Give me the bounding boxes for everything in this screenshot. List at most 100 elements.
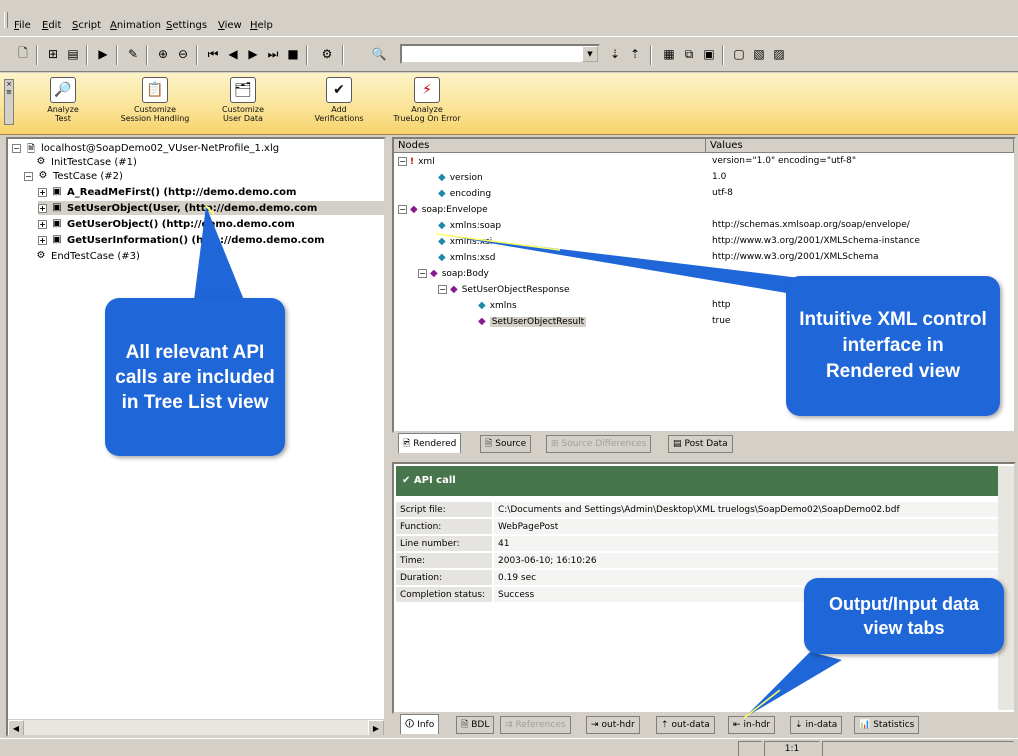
expand-icon[interactable]: + (38, 219, 47, 229)
tree-api-call-node-selected[interactable]: + ▣ SetUserObject(User, (http://demo.dem… (38, 201, 384, 215)
report-icon[interactable]: ▦ (660, 45, 678, 63)
tab-post-data[interactable]: ▤ Post Data (668, 435, 733, 453)
menu-animation[interactable]: Animation (110, 20, 161, 31)
tree-end-node[interactable]: ⚙ EndTestCase (#3) (34, 249, 140, 263)
scroll-right-icon[interactable]: ▶ (368, 720, 384, 735)
tree-view-icon[interactable]: ⊞ (44, 45, 62, 63)
stop-icon[interactable]: ■ (284, 45, 302, 63)
zoom-in-icon[interactable]: ⊕ (154, 45, 172, 63)
toolbar-separator (342, 45, 344, 65)
xml-node-row[interactable]: ◆ encoding (438, 187, 491, 200)
customize-session-button[interactable]: 📋 Customize Session Handling (112, 77, 198, 123)
testcase-icon: ⚙ (36, 250, 46, 261)
tab-in-hdr[interactable]: ⇤ in-hdr (728, 716, 776, 734)
view-tab-bar: 🖻 Rendered 🗎 Source ⊞ Source Differences… (392, 433, 1016, 455)
page-compare-icon[interactable]: ▨ (770, 45, 788, 63)
menu-script[interactable]: Script (72, 20, 101, 31)
tree-api-call-node[interactable]: + ▣ A_ReadMeFirst() (http://demo.demo.co… (38, 185, 296, 199)
xml-node-row[interactable]: ◆ xmlns:xsi (438, 235, 492, 248)
xml-node-row[interactable]: ◆ xmlns:soap (438, 219, 501, 232)
collapse-icon[interactable]: − (24, 171, 33, 181)
tab-label: in-data (805, 720, 838, 730)
menu-view[interactable]: View (218, 20, 242, 31)
in-hdr-icon: ⇤ (733, 720, 741, 730)
add-verifications-button[interactable]: ✔ Add Verifications (296, 77, 382, 123)
xml-node-row[interactable]: − ◆ soap:Envelope (398, 203, 488, 216)
bdl-icon: 🗎 (461, 720, 469, 730)
menu-file[interactable]: File (14, 20, 31, 31)
tab-source-differences[interactable]: ⊞ Source Differences (546, 435, 652, 453)
menu-settings[interactable]: Settings (166, 20, 207, 31)
find-combobox[interactable]: ▼ (400, 44, 600, 64)
collapse-icon[interactable]: − (398, 205, 407, 214)
testcase-icon: ⚙ (36, 156, 46, 167)
settings-icon[interactable]: ⚙ (318, 45, 336, 63)
zoom-out-icon[interactable]: ⊖ (174, 45, 192, 63)
collapse-icon[interactable]: − (418, 269, 427, 278)
xml-node-row[interactable]: ◆ version (438, 171, 483, 184)
workflow-grip[interactable]: × ≡ (4, 79, 14, 125)
collapse-icon[interactable]: − (438, 285, 447, 294)
tab-out-data[interactable]: ⇡ out-data (656, 716, 715, 734)
tree-testcase-node[interactable]: − ⚙ TestCase (#2) (24, 169, 123, 183)
tree-root-node[interactable]: − 🗎 localhost@SoapDemo02_VUser-NetProfil… (12, 141, 279, 155)
chevron-down-icon[interactable]: ▼ (582, 46, 598, 62)
first-icon[interactable]: ⏮ (204, 45, 222, 63)
api-call-title: API call (413, 475, 456, 486)
prev-icon[interactable]: ◀ (224, 45, 242, 63)
collapse-icon[interactable]: − (398, 157, 407, 166)
customize-user-data-button[interactable]: 🗂 Customize User Data (200, 77, 286, 123)
compare-icon[interactable]: ⧉ (680, 45, 698, 63)
menu-help[interactable]: Help (250, 20, 273, 31)
tree-api-call-node[interactable]: + ▣ GetUserObject() (http://demo.demo.co… (38, 217, 295, 231)
find-next-icon[interactable]: ⇣ (606, 45, 624, 63)
overview-icon[interactable]: ▣ (700, 45, 718, 63)
tab-in-data[interactable]: ⇣ in-data (790, 716, 843, 734)
xml-node-row-selected[interactable]: ◆ SetUserObjectResult (478, 315, 587, 328)
api-call-label: SetUserObject(User, (http://demo.demo.co… (67, 202, 318, 214)
next-icon[interactable]: ▶ (244, 45, 262, 63)
xml-node-value: http://schemas.xmlsoap.org/soap/envelope… (712, 220, 910, 230)
analyze-test-button[interactable]: 🔎 Analyze Test (20, 77, 106, 123)
scroll-left-icon[interactable]: ◀ (8, 720, 24, 735)
tree-horizontal-scrollbar[interactable]: ◀ ▶ (8, 719, 384, 735)
nodes-column-header[interactable]: Nodes (394, 139, 706, 153)
animate-icon[interactable]: ✎ (124, 45, 142, 63)
xml-node-row[interactable]: − ◆ soap:Body (418, 267, 489, 280)
tab-rendered[interactable]: 🖻 Rendered (398, 433, 462, 453)
tab-statistics[interactable]: 📊 Statistics (854, 716, 920, 734)
expand-icon[interactable]: + (38, 187, 47, 197)
tab-source[interactable]: 🗎 Source (480, 435, 532, 453)
run-icon[interactable]: ▶ (94, 45, 112, 63)
element-icon: ◆ (430, 268, 438, 279)
tab-bdl[interactable]: 🗎 BDL (456, 716, 495, 734)
split-view-icon[interactable]: ▤ (64, 45, 82, 63)
page-search-icon[interactable]: ▧ (750, 45, 768, 63)
xml-node-row[interactable]: ◆ xmlns (478, 299, 517, 312)
menu-edit[interactable]: Edit (42, 20, 61, 31)
xml-node-row[interactable]: ◆ xmlns:xsd (438, 251, 495, 264)
last-icon[interactable]: ⏭ (264, 45, 282, 63)
tab-references[interactable]: ⇉ References (500, 716, 571, 734)
xml-node-label: version (449, 172, 483, 183)
values-column-header[interactable]: Values (706, 139, 1014, 153)
expand-icon[interactable]: + (38, 203, 47, 213)
xml-node-label: xmlns:xsi (449, 236, 493, 247)
xml-node-value: http://www.w3.org/2001/XMLSchema (712, 252, 879, 262)
find-prev-icon[interactable]: ⇡ (626, 45, 644, 63)
page-icon[interactable]: ▢ (730, 45, 748, 63)
tab-info[interactable]: 🛈 Info (400, 714, 440, 734)
xml-node-row[interactable]: − ◆ SetUserObjectResponse (438, 283, 570, 296)
tree-init-node[interactable]: ⚙ InitTestCase (#1) (34, 155, 137, 169)
analyze-truelog-error-label: Analyze TrueLog On Error (393, 105, 461, 123)
binoculars-icon[interactable]: 🔍 (370, 45, 388, 63)
analyze-truelog-error-button[interactable]: ⚡ Analyze TrueLog On Error (384, 77, 470, 123)
attribute-icon: ◆ (438, 172, 446, 183)
expand-icon[interactable]: + (38, 235, 47, 245)
tab-out-hdr[interactable]: ⇥ out-hdr (586, 716, 640, 734)
tree-api-call-node[interactable]: + ▣ GetUserInformation() (http://demo.de… (38, 233, 325, 247)
customize-session-label: Customize Session Handling (120, 105, 190, 123)
xml-node-row[interactable]: − ! xml (398, 155, 435, 168)
collapse-icon[interactable]: − (12, 143, 21, 153)
new-file-icon[interactable]: 🗋 (14, 45, 32, 63)
